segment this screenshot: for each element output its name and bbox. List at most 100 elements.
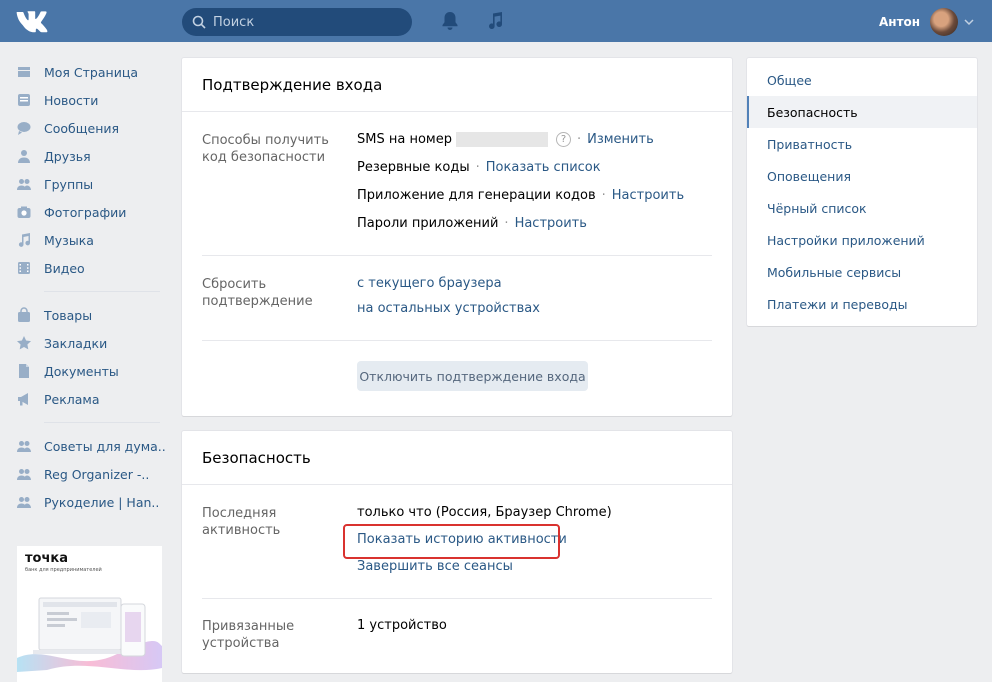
configure-app-link[interactable]: Настроить — [612, 188, 684, 203]
code-app-label: Приложение для генерации кодов — [357, 188, 596, 203]
search-placeholder: Поиск — [213, 14, 255, 30]
divider — [202, 340, 712, 341]
linked-devices-value: 1 устройство — [357, 618, 447, 633]
user-menu[interactable]: Антон — [879, 8, 974, 36]
nav-divider — [44, 422, 160, 423]
sidebar-item[interactable]: Сообщения — [16, 114, 166, 142]
sidebar-item-label: Новости — [44, 92, 99, 108]
user-name: Антон — [879, 15, 921, 29]
separator-dot: · — [576, 132, 582, 147]
friends-icon — [18, 150, 30, 163]
sidebar-item-label: Товары — [44, 307, 93, 323]
sidebar-item-label: Reg Organizer -.. — [44, 466, 150, 482]
sidebar-item-label: Советы для дума.. — [44, 438, 166, 454]
star-icon — [17, 336, 31, 350]
separator-dot: · — [601, 188, 606, 203]
sidebar-item-label: Закладки — [44, 335, 108, 351]
last-activity-value: только что (Россия, Браузер Chrome) — [357, 505, 612, 520]
sidebar-item-label: Реклама — [44, 391, 100, 407]
advertisement-banner[interactable]: точка банк для предпринимателей — [17, 546, 162, 682]
disable-login-confirmation-button[interactable]: Отключить подтверждение входа — [357, 361, 588, 391]
group-icon — [17, 497, 31, 508]
music-icon — [18, 233, 31, 247]
left-sidebar: Моя Страница Новости Сообщения Друзья Группы… — [16, 58, 166, 516]
settings-menu-item[interactable]: Настройки приложений — [747, 224, 977, 256]
bell-icon[interactable] — [441, 11, 459, 31]
groups-icon — [17, 179, 31, 190]
settings-menu-item[interactable]: Чёрный список — [747, 192, 977, 224]
group-icon — [17, 469, 31, 480]
reset-current-browser-link[interactable]: с текущего браузера — [357, 276, 502, 291]
search-icon — [192, 15, 206, 29]
sidebar-item-label: Группы — [44, 176, 94, 192]
sms-row: SMS на номер ? · Изменить — [357, 132, 654, 147]
sidebar-item[interactable]: Товары — [16, 301, 166, 329]
sidebar-item-label: Моя Страница — [44, 64, 138, 80]
reset-label: Сбросить подтверждение — [202, 277, 313, 309]
chevron-down-icon — [964, 19, 974, 26]
sidebar-item[interactable]: Рукоделие | Han.. — [16, 488, 166, 516]
sidebar-item[interactable]: Видео — [16, 254, 166, 282]
sidebar-item[interactable]: Фотографии — [16, 198, 166, 226]
megaphone-icon — [18, 393, 28, 406]
sidebar-item-label: Документы — [44, 363, 119, 379]
sidebar-item[interactable]: Новости — [16, 86, 166, 114]
panel-title: Безопасность — [182, 431, 732, 485]
code-app-row: Приложение для генерации кодов · Настрои… — [357, 188, 684, 203]
nav-divider — [44, 291, 160, 292]
login-confirmation-panel: Подтверждение входа Способы получить код… — [182, 58, 732, 416]
separator-dot: · — [504, 216, 509, 231]
linked-devices-label: Привязанные устройства — [202, 619, 295, 651]
divider — [202, 255, 712, 256]
messages-icon — [17, 122, 31, 135]
bag-icon — [18, 307, 30, 322]
show-backup-codes-link[interactable]: Показать список — [486, 160, 601, 175]
configure-passwords-link[interactable]: Настроить — [515, 216, 587, 231]
reset-other-devices-link[interactable]: на остальных устройствах — [357, 301, 540, 316]
sidebar-item[interactable]: Закладки — [16, 329, 166, 357]
sidebar-item-label: Фотографии — [44, 204, 127, 220]
settings-menu-item[interactable]: Оповещения — [747, 160, 977, 192]
video-icon — [18, 262, 30, 274]
sidebar-item[interactable]: Документы — [16, 357, 166, 385]
app-passwords-row: Пароли приложений · Настроить — [357, 216, 587, 231]
methods-label: Способы получить код безопасности — [202, 133, 329, 165]
backup-codes-row: Резервные коды · Показать список — [357, 160, 601, 175]
sidebar-item-label: Видео — [44, 260, 85, 276]
sidebar-item-label: Друзья — [44, 148, 91, 164]
backup-codes-label: Резервные коды — [357, 160, 470, 175]
sidebar-item-label: Сообщения — [44, 120, 120, 136]
music-note-icon[interactable] — [486, 11, 504, 31]
settings-menu-item[interactable]: Мобильные сервисы — [747, 256, 977, 288]
search-input[interactable]: Поиск — [182, 8, 412, 36]
avatar — [930, 8, 959, 36]
settings-menu-item[interactable]: Платежи и переводы — [747, 288, 977, 320]
home-icon — [18, 67, 30, 77]
vk-logo-icon[interactable] — [15, 9, 51, 33]
settings-menu-item[interactable]: Безопасность — [747, 96, 977, 128]
hidden-phone-number — [455, 132, 548, 147]
settings-menu: Общее Безопасность Приватность Оповещения Чё… — [747, 58, 977, 326]
sidebar-item[interactable]: Друзья — [16, 142, 166, 170]
sidebar-item[interactable]: Reg Organizer -.. — [16, 460, 166, 488]
end-all-sessions-link[interactable]: Завершить все сеансы — [357, 559, 513, 574]
sidebar-item[interactable]: Музыка — [16, 226, 166, 254]
sidebar-item-label: Музыка — [44, 232, 94, 248]
sidebar-item[interactable]: Группы — [16, 170, 166, 198]
change-phone-link[interactable]: Изменить — [587, 132, 654, 147]
camera-icon — [17, 206, 31, 218]
settings-menu-item[interactable]: Приватность — [747, 128, 977, 160]
sidebar-item[interactable]: Моя Страница — [16, 58, 166, 86]
sidebar-item-label: Рукоделие | Han.. — [44, 494, 160, 510]
last-activity-label: Последняя активность — [202, 506, 281, 538]
divider — [202, 598, 712, 599]
panel-title: Подтверждение входа — [182, 58, 732, 112]
sidebar-item[interactable]: Реклама — [16, 385, 166, 413]
help-icon[interactable]: ? — [555, 132, 571, 147]
sidebar-item[interactable]: Советы для дума.. — [16, 432, 166, 460]
settings-menu-item[interactable]: Общее — [747, 64, 977, 96]
news-icon — [18, 94, 30, 106]
group-icon — [17, 441, 31, 452]
sms-label: SMS на номер — [357, 132, 452, 147]
separator-dot: · — [475, 160, 480, 175]
